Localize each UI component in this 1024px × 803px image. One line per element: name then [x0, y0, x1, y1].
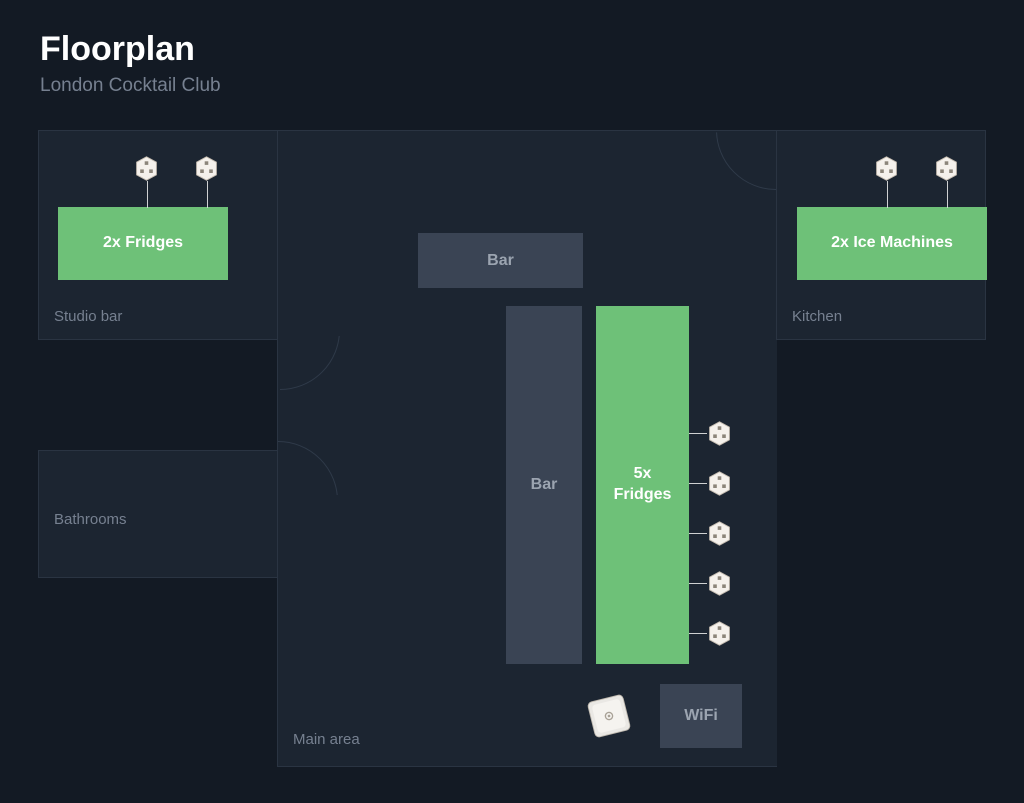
room-label-studio-bar: Studio bar — [54, 308, 122, 325]
wire — [207, 181, 208, 208]
room-label-main-area: Main area — [293, 731, 360, 748]
wire — [689, 583, 707, 584]
plug-icon — [706, 420, 733, 447]
plug-icon — [133, 155, 160, 182]
plug-icon — [706, 520, 733, 547]
plug-icon — [706, 620, 733, 647]
plug-icon — [706, 570, 733, 597]
plug-icon — [193, 155, 220, 182]
equipment-studio-fridges: 2x Fridges — [58, 207, 228, 280]
wire — [689, 483, 707, 484]
wire — [689, 433, 707, 434]
wire — [147, 181, 148, 208]
wire — [689, 633, 707, 634]
room-label-kitchen: Kitchen — [792, 308, 842, 325]
equipment-main-fridges: 5x Fridges — [596, 306, 689, 664]
wire — [689, 533, 707, 534]
wire — [947, 181, 948, 208]
room-bathrooms: Bathrooms — [38, 450, 278, 578]
equipment-ice-machines: 2x Ice Machines — [797, 207, 987, 280]
plug-icon — [706, 470, 733, 497]
block-wifi: WiFi — [660, 684, 742, 748]
page-title: Floorplan — [40, 30, 195, 69]
plug-icon — [933, 155, 960, 182]
block-bar-top: Bar — [418, 233, 583, 288]
block-bar-side: Bar — [506, 306, 582, 664]
room-label-bathrooms: Bathrooms — [54, 511, 127, 528]
plug-icon — [873, 155, 900, 182]
page-subtitle: London Cocktail Club — [40, 75, 221, 97]
device-icon — [582, 689, 636, 743]
wire — [887, 181, 888, 208]
